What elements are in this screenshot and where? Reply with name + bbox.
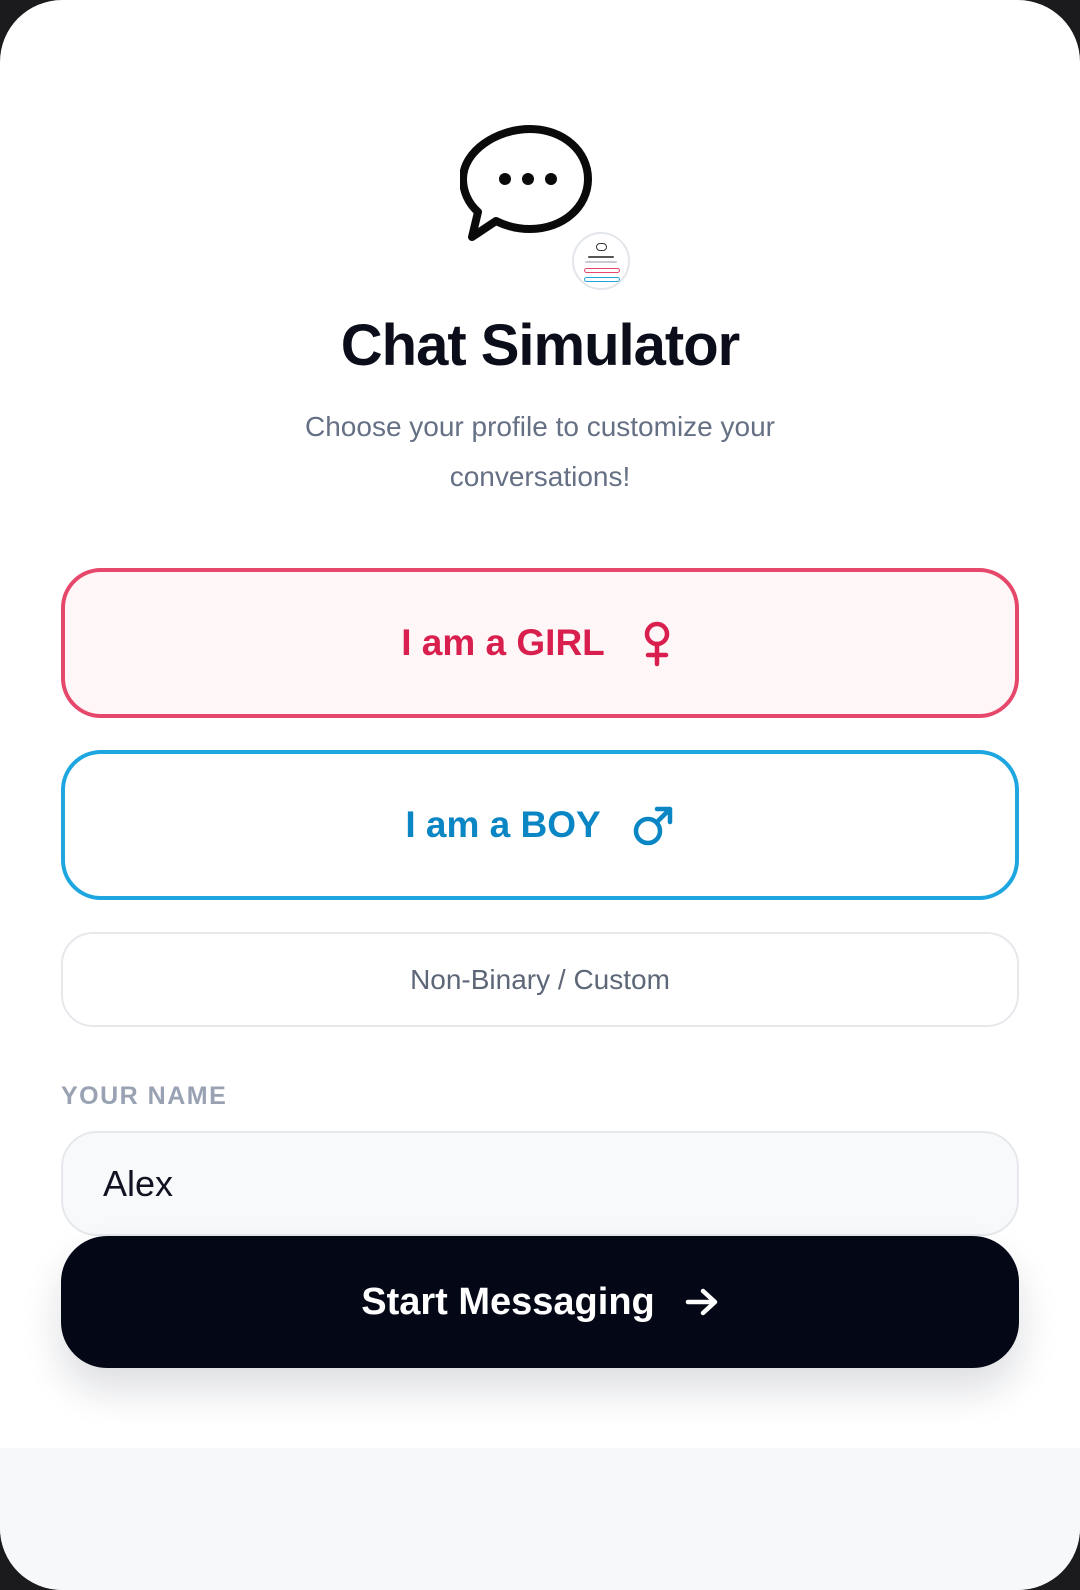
arrow-right-icon	[685, 1288, 718, 1316]
app-logo	[460, 124, 640, 294]
profile-preview-thumbnail	[572, 232, 630, 290]
nonbinary-option-button[interactable]: Non-Binary / Custom	[61, 932, 1019, 1027]
boy-option-button[interactable]: I am a BOY	[61, 750, 1019, 900]
start-messaging-button[interactable]: Start Messaging	[61, 1236, 1019, 1368]
start-messaging-label: Start Messaging	[361, 1280, 655, 1323]
app-screen: Chat Simulator Choose your profile to cu…	[0, 0, 1080, 1590]
female-symbol-icon	[644, 621, 670, 667]
boy-option-label: I am a BOY	[405, 804, 601, 845]
page-subtitle: Choose your profile to customize your co…	[305, 411, 775, 492]
chat-bubble-dots-icon	[460, 125, 592, 241]
name-input[interactable]	[61, 1131, 1019, 1236]
nonbinary-option-label: Non-Binary / Custom	[410, 963, 670, 995]
bottom-area	[0, 1448, 1080, 1590]
male-symbol-icon	[633, 806, 672, 846]
page-title: Chat Simulator	[340, 313, 741, 378]
name-field-label: YOUR NAME	[61, 1082, 228, 1110]
girl-option-button[interactable]: I am a GIRL	[61, 568, 1019, 718]
girl-option-label: I am a GIRL	[401, 622, 605, 663]
